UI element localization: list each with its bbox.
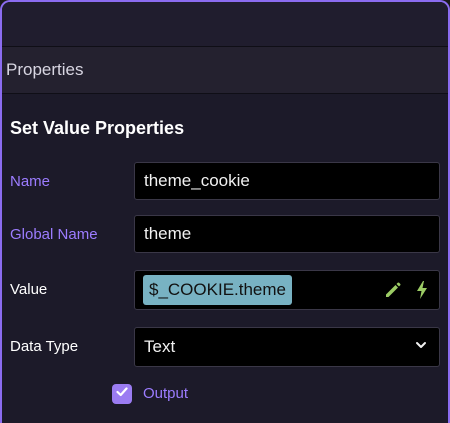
data-type-label: Data Type — [10, 338, 79, 355]
output-checkbox[interactable] — [112, 384, 132, 404]
name-input[interactable]: theme_cookie — [134, 162, 440, 200]
form-heading: Set Value Properties — [10, 118, 185, 138]
global-name-row: Global Name theme — [2, 215, 448, 255]
lightning-icon[interactable] — [415, 280, 429, 305]
checkmark-icon — [115, 385, 129, 404]
pencil-icon[interactable] — [383, 280, 403, 305]
name-label: Name — [10, 173, 51, 190]
properties-section-header[interactable]: Properties — [2, 47, 448, 94]
output-label[interactable]: Output — [143, 385, 188, 402]
value-expression-chip[interactable]: $_COOKIE.theme — [143, 275, 293, 305]
global-name-label: Global Name — [10, 226, 98, 243]
properties-panel: Properties Set Value Properties Name the… — [0, 0, 450, 423]
section-title: Properties — [6, 60, 84, 79]
name-row: Name theme_cookie — [2, 162, 448, 202]
data-type-select[interactable]: Text — [134, 327, 440, 367]
value-label: Value — [10, 281, 48, 298]
panel-topbar — [2, 2, 448, 47]
global-name-input[interactable]: theme — [134, 215, 440, 253]
data-type-value: Text — [144, 337, 176, 356]
value-row: Value $_COOKIE.theme — [2, 270, 448, 310]
value-input[interactable]: $_COOKIE.theme — [134, 270, 440, 310]
data-type-row: Data Type Text — [2, 327, 448, 367]
chevron-down-icon — [415, 338, 427, 356]
